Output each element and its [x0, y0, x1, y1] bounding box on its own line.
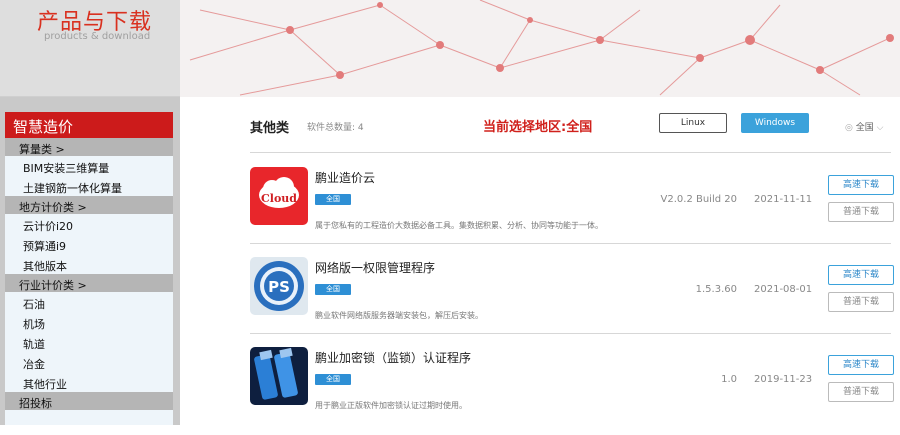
- product-thumbnail-ps[interactable]: PS: [250, 257, 308, 315]
- sidebar-item-other-versions[interactable]: 其他版本: [5, 254, 173, 274]
- product-description: 鹏业软件网络版服务器端安装包，解压后安装。: [315, 311, 483, 320]
- product-name[interactable]: 鹏业造价云: [315, 169, 375, 186]
- normal-download-button[interactable]: 普通下载: [828, 292, 894, 312]
- page-banner: 产品与下载 products & download: [0, 0, 900, 97]
- radio-icon: ◎: [845, 123, 853, 133]
- product-name[interactable]: 鹏业加密锁（监锁）认证程序: [315, 349, 471, 366]
- linux-filter-button[interactable]: Linux: [659, 113, 727, 133]
- product-item: PS 网络版一权限管理程序 全国 鹏业软件网络版服务器端安装包，解压后安装。 1…: [250, 257, 900, 345]
- divider: [250, 243, 891, 244]
- sidebar-item-cloud-pricing[interactable]: 云计价i20: [5, 214, 173, 234]
- product-thumbnail-dongle[interactable]: [250, 347, 308, 405]
- sidebar-item-civil-rebar[interactable]: 土建钢筋一体化算量: [5, 176, 173, 196]
- sidebar-category-industry-pricing[interactable]: 行业计价类 >: [5, 274, 173, 292]
- normal-download-button[interactable]: 普通下载: [828, 202, 894, 222]
- product-date: 2021-11-11: [754, 194, 813, 205]
- product-description: 用于鹏业正版软件加密锁认证过期时使用。: [315, 401, 467, 410]
- sidebar-item-rail[interactable]: 轨道: [5, 332, 173, 352]
- region-select[interactable]: ◎ 全国 ⌵: [845, 120, 883, 133]
- divider: [250, 333, 891, 334]
- sidebar-menu: 智慧造价 算量类 > BIM安装三维算量 土建钢筋一体化算量 地方计价类 > 云…: [5, 112, 173, 425]
- product-description: 属于您私有的工程造价大数据必备工具。集数据积累、分析、协同等功能于一体。: [315, 221, 603, 230]
- product-name[interactable]: 网络版一权限管理程序: [315, 259, 435, 276]
- sidebar-item-petroleum[interactable]: 石油: [5, 292, 173, 312]
- region-select-value: 全国: [855, 123, 874, 133]
- product-date: 2021-08-01: [754, 284, 813, 295]
- network-decoration-graphic: [189, 0, 894, 96]
- product-version: 1.5.3.60: [695, 284, 737, 295]
- page-subtitle: products & download: [44, 31, 151, 42]
- sidebar-item-airport[interactable]: 机场: [5, 312, 173, 332]
- product-version: 1.0: [721, 374, 737, 385]
- sidebar-item-other-industry[interactable]: 其他行业: [5, 372, 173, 392]
- fast-download-button[interactable]: 高速下载: [828, 175, 894, 195]
- product-item: Cloud 鹏业造价云 全国 属于您私有的工程造价大数据必备工具。集数据积累、分…: [250, 167, 900, 255]
- region-tag: 全国: [315, 194, 351, 205]
- product-date: 2019-11-23: [754, 374, 813, 385]
- sidebar-item-yusuantong[interactable]: 预算通i9: [5, 234, 173, 254]
- current-region-label: 当前选择地区:全国: [483, 120, 593, 135]
- product-item: 鹏业加密锁（监锁）认证程序 全国 用于鹏业正版软件加密锁认证过期时使用。 1.0…: [250, 347, 900, 435]
- banner-title-box: 产品与下载 products & download: [0, 0, 180, 97]
- sidebar-category-suanliang[interactable]: 算量类 >: [5, 138, 173, 156]
- fast-download-button[interactable]: 高速下载: [828, 355, 894, 375]
- svg-text:Cloud: Cloud: [261, 192, 297, 205]
- sidebar-item-bim-install[interactable]: BIM安装三维算量: [5, 156, 173, 176]
- usb-key-icon: [254, 347, 298, 400]
- software-count: 软件总数量: 4: [307, 123, 364, 133]
- windows-filter-button[interactable]: Windows: [741, 113, 809, 133]
- region-tag: 全国: [315, 374, 351, 385]
- svg-text:PS: PS: [268, 278, 290, 296]
- product-version: V2.0.2 Build 20: [660, 194, 737, 205]
- ps-logo-icon: PS: [254, 261, 304, 311]
- sidebar-item-metallurgy[interactable]: 冶金: [5, 352, 173, 372]
- product-thumbnail-cloud[interactable]: Cloud: [250, 167, 308, 225]
- sidebar-category-local-pricing[interactable]: 地方计价类 >: [5, 196, 173, 214]
- divider: [250, 152, 891, 153]
- chevron-down-icon: ⌵: [876, 123, 884, 133]
- main-content: 其他类 软件总数量: 4 当前选择地区:全国 Linux Windows ◎ 全…: [180, 97, 900, 425]
- fast-download-button[interactable]: 高速下载: [828, 265, 894, 285]
- sidebar-category-bidding[interactable]: 招投标: [5, 392, 173, 410]
- sidebar-heading[interactable]: 智慧造价: [5, 112, 173, 138]
- region-tag: 全国: [315, 284, 351, 295]
- sidebar: 智慧造价 算量类 > BIM安装三维算量 土建钢筋一体化算量 地方计价类 > 云…: [0, 97, 180, 425]
- section-title: 其他类: [250, 121, 290, 136]
- cloud-icon: Cloud: [259, 177, 299, 208]
- normal-download-button[interactable]: 普通下载: [828, 382, 894, 402]
